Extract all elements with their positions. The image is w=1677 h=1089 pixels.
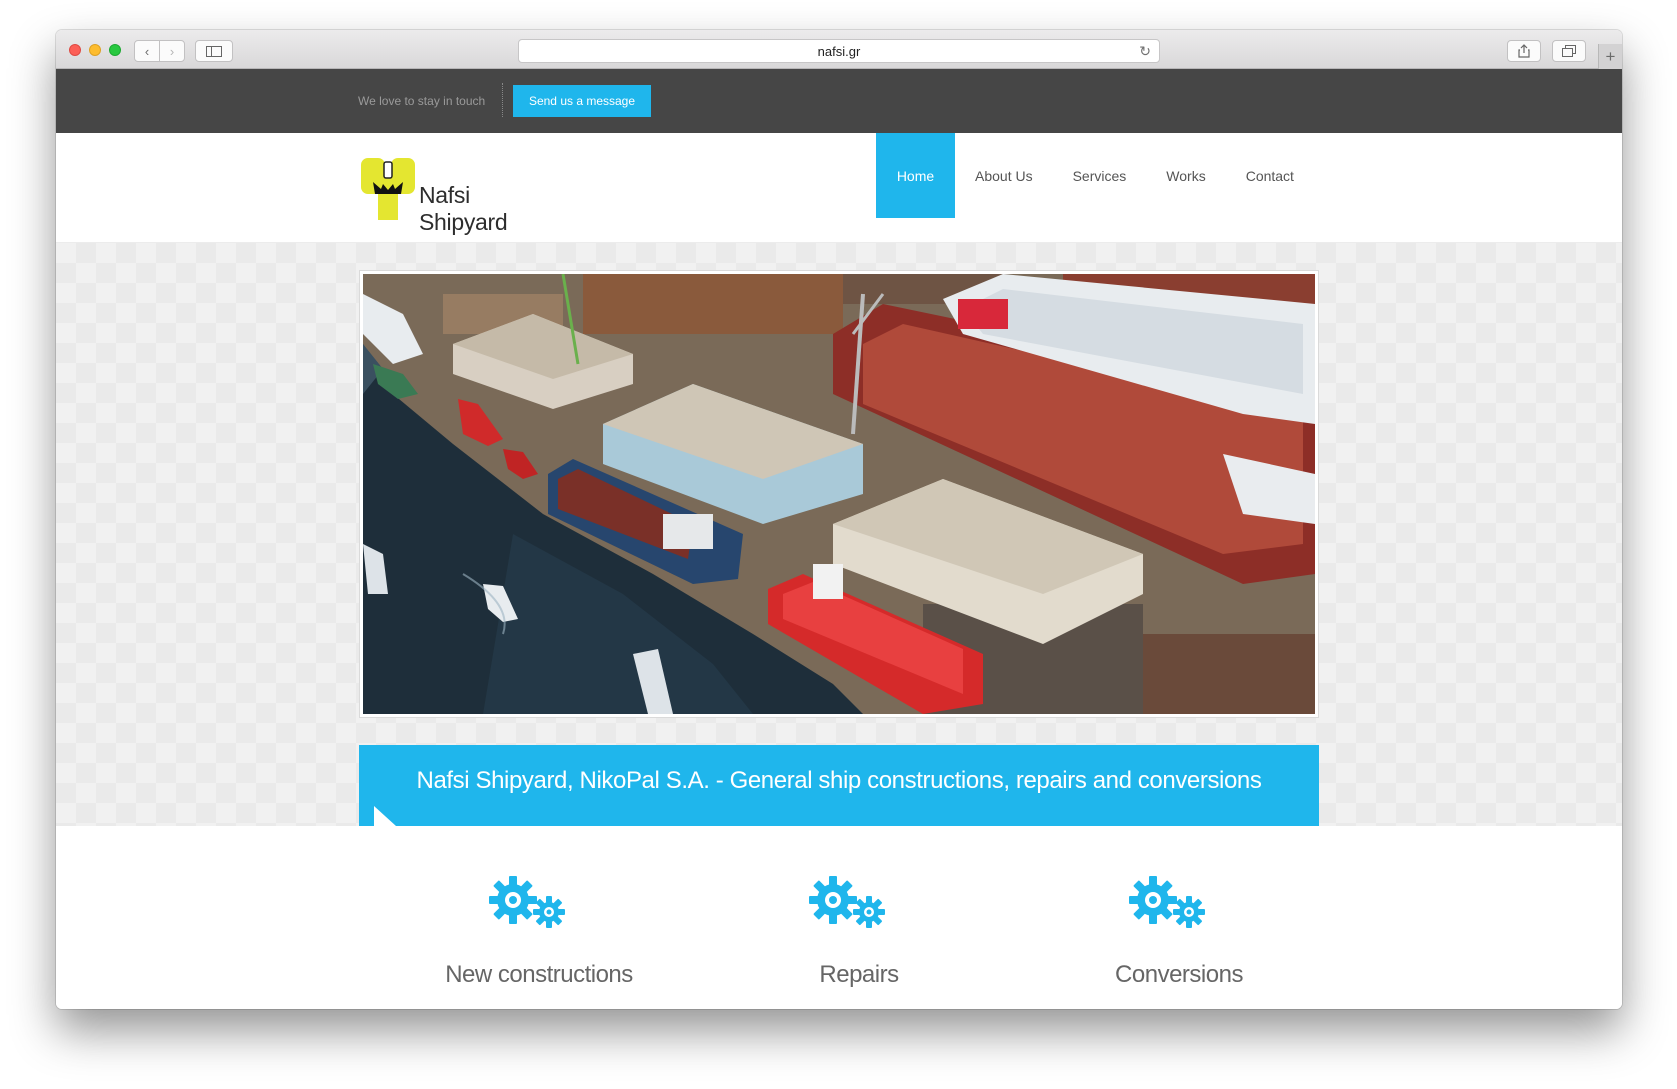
share-button[interactable] <box>1507 40 1541 62</box>
send-message-button[interactable]: Send us a message <box>513 85 651 117</box>
logo-mark-icon <box>361 158 415 220</box>
browser-toolbar: ‹ › nafsi.gr ↻ + <box>56 30 1622 69</box>
services-section: New constructions Repairs Conversions <box>56 826 1622 1009</box>
zoom-window-button[interactable] <box>109 44 121 56</box>
browser-window: ‹ › nafsi.gr ↻ + We love to stay in touc… <box>56 30 1622 1009</box>
service-title: Conversions <box>1115 961 1243 988</box>
tagline-notch <box>374 806 396 826</box>
close-window-button[interactable] <box>69 44 81 56</box>
gears-icon <box>1129 876 1205 928</box>
reload-icon[interactable]: ↻ <box>1139 43 1151 60</box>
gears-icon <box>809 876 885 928</box>
nav-contact[interactable]: Contact <box>1226 133 1314 218</box>
sidebar-toggle-button[interactable] <box>195 40 233 62</box>
tagline-text: Nafsi Shipyard, NikoPal S.A. - General s… <box>416 766 1262 794</box>
url-text: nafsi.gr <box>817 43 861 59</box>
main-nav: Home About Us Services Works Contact <box>876 133 1314 218</box>
sidebar-icon <box>206 45 222 57</box>
plus-icon: + <box>1605 46 1616 66</box>
chevron-left-icon: ‹ <box>144 43 150 59</box>
nav-services[interactable]: Services <box>1053 133 1147 218</box>
service-title: Repairs <box>819 961 899 988</box>
hero-slider[interactable] <box>359 270 1319 718</box>
forward-button[interactable]: › <box>159 40 185 62</box>
tabs-icon <box>1562 45 1576 57</box>
tagline-banner: Nafsi Shipyard, NikoPal S.A. - General s… <box>359 745 1319 826</box>
minimize-window-button[interactable] <box>89 44 101 56</box>
chevron-right-icon: › <box>169 43 175 59</box>
logo-text: Nafsi Shipyard <box>419 182 508 235</box>
address-bar[interactable]: nafsi.gr ↻ <box>518 39 1160 63</box>
new-tab-button[interactable]: + <box>1598 44 1622 69</box>
tab-overview-button[interactable] <box>1552 40 1586 62</box>
service-title: New constructions <box>445 961 633 988</box>
contact-topbar: We love to stay in touch Send us a messa… <box>56 69 1622 133</box>
topbar-divider <box>502 83 503 117</box>
topbar-text: We love to stay in touch <box>358 94 486 108</box>
nav-about-us[interactable]: About Us <box>955 133 1053 218</box>
site-logo[interactable]: Nafsi Shipyard <box>361 158 561 235</box>
gears-icon <box>489 876 565 928</box>
site-header: Nafsi Shipyard Home About Us Services Wo… <box>56 133 1622 243</box>
share-icon <box>1518 44 1530 58</box>
nav-works[interactable]: Works <box>1146 133 1225 218</box>
hero-section: Nafsi Shipyard, NikoPal S.A. - General s… <box>56 243 1622 826</box>
back-button[interactable]: ‹ <box>134 40 160 62</box>
nav-home[interactable]: Home <box>876 133 955 218</box>
shipyard-aerial-photo <box>363 274 1315 714</box>
